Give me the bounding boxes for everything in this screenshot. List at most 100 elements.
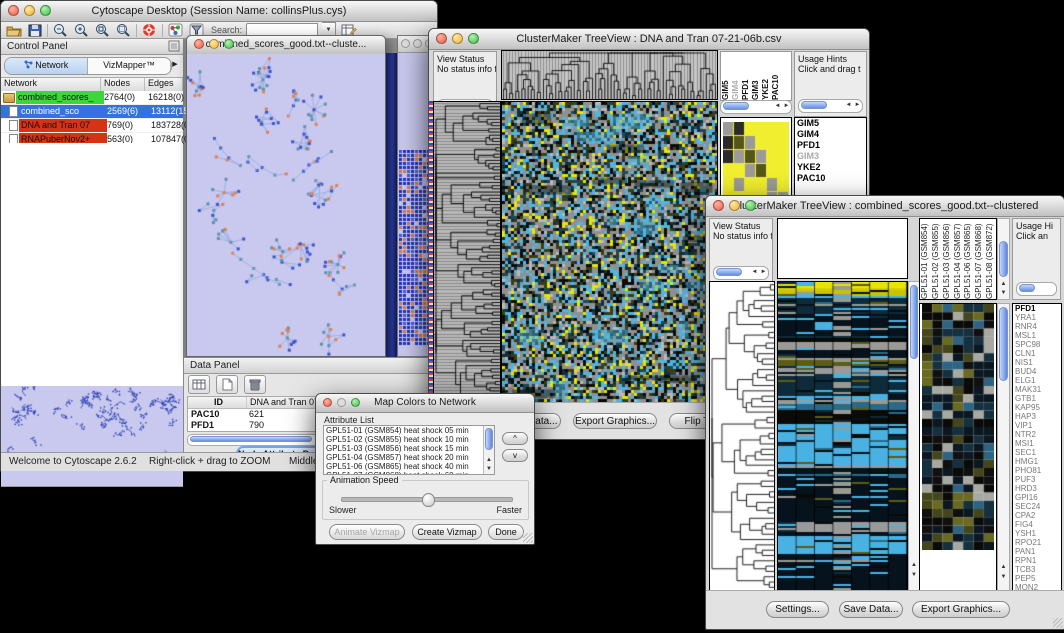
network-overview-canvas[interactable] xyxy=(1,386,184,486)
gene-label[interactable]: CPA2 xyxy=(1013,511,1061,520)
gene-label[interactable]: BUD4 xyxy=(1013,367,1061,376)
close-icon[interactable] xyxy=(323,398,332,407)
gene-label[interactable]: PEP5 xyxy=(1013,574,1061,583)
gene-label[interactable]: HAP3 xyxy=(1013,412,1061,421)
column-network[interactable]: Network xyxy=(1,78,101,91)
vertical-scrollbar[interactable]: ▲ ▼ xyxy=(997,303,1010,591)
attribute-item[interactable]: GPL51-04 (GSM857) heat shock 20 min xyxy=(324,453,494,462)
open-file-icon[interactable] xyxy=(5,23,22,38)
scroll-up-icon[interactable]: ▲ xyxy=(909,561,919,570)
minimize-icon[interactable] xyxy=(337,398,346,407)
scroll-down-icon[interactable]: ▼ xyxy=(909,571,919,580)
treeview2-titlebar[interactable]: ClusterMaker TreeView : combined_scores_… xyxy=(706,196,1064,217)
gene-label[interactable]: YRA1 xyxy=(1013,313,1061,322)
network-overview-panel[interactable] xyxy=(1,386,183,487)
gene-label[interactable]: HMG1 xyxy=(1013,457,1061,466)
gene-label[interactable]: CLN1 xyxy=(1013,349,1061,358)
zoom-selected-icon[interactable] xyxy=(94,23,111,38)
vizmapper-icon[interactable] xyxy=(167,23,184,38)
heatmap-canvas[interactable] xyxy=(502,102,717,402)
move-down-button[interactable]: v xyxy=(502,449,528,462)
gene-label[interactable]: HRD3 xyxy=(1013,484,1061,493)
dialog-titlebar[interactable]: Map Colors to Network xyxy=(316,394,534,413)
heatmap-panel[interactable] xyxy=(501,101,718,403)
row-dendrogram-panel[interactable] xyxy=(709,281,775,591)
minimize-icon[interactable] xyxy=(413,39,422,48)
attribute-item[interactable]: GPL51-02 (GSM855) heat shock 10 min xyxy=(324,435,494,444)
main-titlebar[interactable]: Cytoscape Desktop (Session Name: collins… xyxy=(1,1,437,22)
scroll-down-icon[interactable]: ▼ xyxy=(998,289,1009,298)
vertical-scrollbar[interactable]: ▲ ▼ xyxy=(997,218,1010,300)
gene-label[interactable]: GTB1 xyxy=(1013,394,1061,403)
resize-grip[interactable] xyxy=(1053,618,1063,628)
tab-network[interactable]: Network xyxy=(5,58,88,74)
scroll-left-icon[interactable]: ◄ xyxy=(773,101,782,112)
zoom-window-icon[interactable] xyxy=(351,398,360,407)
column-dendrogram-panel[interactable] xyxy=(501,50,718,100)
row-dendrogram-panel[interactable] xyxy=(433,101,501,403)
gene-label[interactable]: PFD1 xyxy=(795,140,866,151)
gene-label[interactable]: SEC1 xyxy=(1013,448,1061,457)
gene-label[interactable]: GIM3 xyxy=(795,151,866,162)
gene-label[interactable]: KAP95 xyxy=(1013,403,1061,412)
gene-label[interactable]: TCB3 xyxy=(1013,565,1061,574)
settings-button[interactable]: Settings... xyxy=(766,601,829,618)
gene-label[interactable]: GIM5 xyxy=(795,118,866,129)
scroll-up-icon[interactable]: ▲ xyxy=(998,563,1009,572)
zoom-heatmap-panel[interactable] xyxy=(919,303,997,591)
column-id[interactable]: ID xyxy=(188,397,247,408)
gene-label[interactable]: VIP1 xyxy=(1013,421,1061,430)
scroll-left-icon[interactable]: ◄ xyxy=(750,267,759,278)
heatmap-panel[interactable] xyxy=(777,281,908,591)
help-lifering-icon[interactable] xyxy=(141,23,158,38)
save-data-button[interactable]: Save Data... xyxy=(839,601,903,618)
gene-label[interactable]: GPI16 xyxy=(1013,493,1061,502)
float-panel-icon[interactable] xyxy=(168,40,180,57)
gene-label[interactable]: PAN1 xyxy=(1013,547,1061,556)
scroll-up-icon[interactable]: ▲ xyxy=(998,280,1009,289)
treeview1-titlebar[interactable]: ClusterMaker TreeView : DNA and Tran 07-… xyxy=(429,29,869,50)
correlation-matrix-canvas[interactable] xyxy=(723,122,789,206)
attribute-item[interactable]: GPL51-06 (GSM865) heat shock 40 min xyxy=(324,462,494,471)
minimize-icon[interactable] xyxy=(729,200,740,211)
gene-label[interactable]: PHO81 xyxy=(1013,466,1061,475)
horizontal-scrollbar[interactable]: ◄ ► xyxy=(713,266,769,280)
attribute-item[interactable]: GPL51-03 (GSM856) heat shock 15 min xyxy=(324,444,494,453)
scroll-down-icon[interactable]: ▼ xyxy=(484,465,494,474)
tab-overflow-icon[interactable]: ▶ xyxy=(169,57,181,73)
column-edges[interactable]: Edges xyxy=(145,78,183,91)
animation-speed-slider[interactable] xyxy=(341,497,513,502)
row-dendrogram-canvas[interactable] xyxy=(710,282,774,590)
gene-label[interactable]: FIG4 xyxy=(1013,520,1061,529)
close-icon[interactable] xyxy=(401,39,410,48)
minimize-icon[interactable] xyxy=(452,33,463,44)
new-attribute-icon[interactable] xyxy=(216,375,238,394)
zoom-out-icon[interactable] xyxy=(52,23,69,38)
create-vizmap-button[interactable]: Create Vizmap xyxy=(412,524,482,540)
close-icon[interactable] xyxy=(8,5,19,16)
zoom-window-icon[interactable] xyxy=(40,5,51,16)
gene-label[interactable]: PAC10 xyxy=(795,173,866,184)
resize-grip[interactable] xyxy=(523,533,533,543)
close-icon[interactable] xyxy=(436,33,447,44)
horizontal-scrollbar[interactable]: ◄ ► xyxy=(720,100,792,114)
scroll-right-icon[interactable]: ► xyxy=(853,100,862,111)
animate-vizmap-button[interactable]: Animate Vizmap xyxy=(329,524,405,540)
gene-label[interactable]: ELG1 xyxy=(1013,376,1061,385)
network-view-titlebar[interactable]: combined_scores_good.txt--cluste... xyxy=(187,36,385,55)
close-icon[interactable] xyxy=(194,39,204,49)
gene-label[interactable]: NIS1 xyxy=(1013,358,1061,367)
zoom-window-icon[interactable] xyxy=(468,33,479,44)
attribute-item[interactable]: GPL51-01 (GSM854) heat shock 05 min xyxy=(324,426,494,435)
gene-label[interactable]: SEC24 xyxy=(1013,502,1061,511)
gene-label[interactable]: GIM4 xyxy=(795,129,866,140)
gene-label[interactable]: NTR2 xyxy=(1013,430,1061,439)
scroll-up-icon[interactable]: ▲ xyxy=(484,456,494,465)
delete-attribute-icon[interactable] xyxy=(244,375,266,394)
zoom-fit-icon[interactable] xyxy=(115,23,132,38)
export-graphics-button[interactable]: Export Graphics... xyxy=(912,601,1010,618)
column-nodes[interactable]: Nodes xyxy=(101,78,145,91)
column-dendrogram-canvas[interactable] xyxy=(502,51,717,99)
zoom-window-icon[interactable] xyxy=(745,200,756,211)
network-table-row[interactable]: DNA and Tran 07769(0)183728(0) xyxy=(1,119,183,133)
